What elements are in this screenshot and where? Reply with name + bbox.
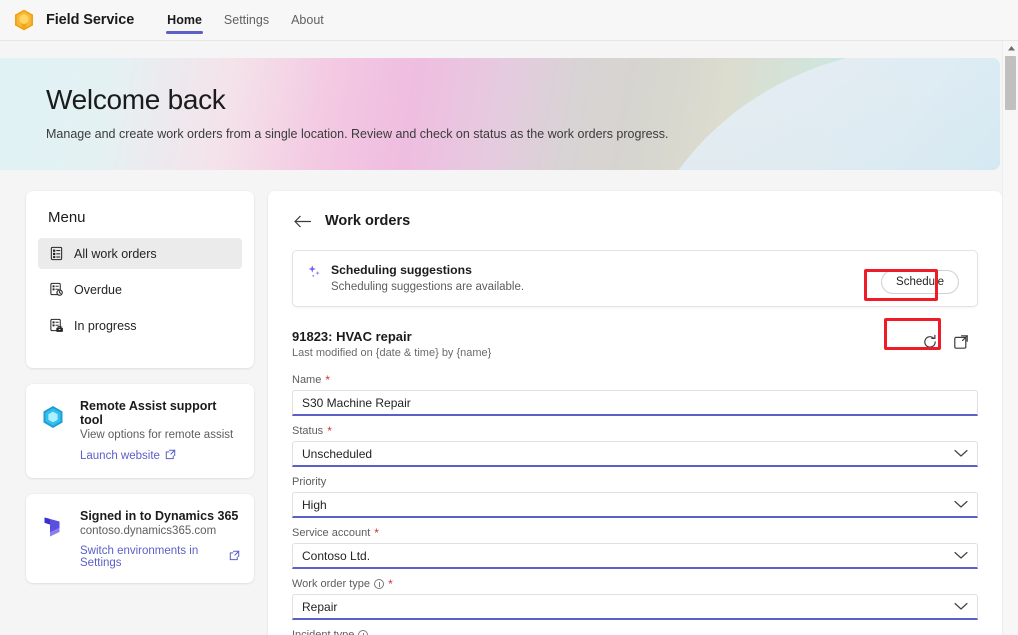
field-label-row: Incident type [292, 629, 978, 635]
document-clock-icon [48, 282, 64, 298]
field-label: Work order type [292, 578, 371, 590]
work-order-type-select[interactable]: Repair [292, 594, 978, 620]
link-label: Launch website [80, 450, 160, 462]
field-value: High [302, 497, 327, 512]
card-title: Remote Assist support tool [80, 399, 217, 427]
field-label-row: Status * [292, 425, 978, 437]
link-label: Switch environments in Settings [80, 545, 199, 569]
left-sidebar: Menu All work orders Overdue In progress… [26, 191, 254, 635]
back-arrow-icon[interactable] [292, 211, 312, 231]
sidebar-item-label: In progress [74, 318, 137, 333]
priority-select[interactable]: High [292, 492, 978, 518]
page-scroll-area: Welcome back Manage and create work orde… [0, 41, 1018, 635]
dynamics365-card[interactable]: Signed in to Dynamics 365 contoso.dynami… [26, 494, 254, 583]
field-label-row: Work order type * [292, 578, 978, 590]
work-order-meta: Last modified on {date & time} by {name} [292, 347, 492, 359]
field-value: Repair [302, 599, 338, 614]
external-link-icon [165, 449, 176, 463]
suggestion-title: Scheduling suggestions [331, 263, 472, 277]
sidebar-item-label: All work orders [74, 246, 157, 261]
field-service-account: Service account * Contoso Ltd. [292, 527, 978, 569]
field-value: Unscheduled [302, 446, 373, 461]
sidebar-item-all-work-orders[interactable]: All work orders [38, 238, 242, 269]
name-input[interactable]: S30 Machine Repair [292, 390, 978, 416]
scrollbar-thumb[interactable] [1005, 56, 1016, 110]
field-incident-type: Incident type [292, 629, 978, 635]
menu-card: Menu All work orders Overdue In progress [26, 191, 254, 368]
card-subtitle: View options for remote assist [80, 429, 234, 441]
page-subtitle: Manage and create work orders from a sin… [46, 127, 669, 141]
suggestion-subtitle: Scheduling suggestions are available. [331, 281, 525, 293]
field-label-row: Priority [292, 476, 978, 488]
service-account-select[interactable]: Contoso Ltd. [292, 543, 978, 569]
dynamics365-logo-icon [38, 512, 68, 542]
sidebar-item-overdue[interactable]: Overdue [38, 274, 242, 305]
work-order-title: 91823: HVAC repair [292, 329, 412, 344]
sidebar-item-in-progress[interactable]: In progress [38, 310, 242, 341]
field-status: Status * Unscheduled [292, 425, 978, 467]
field-label: Service account [292, 527, 371, 539]
chevron-down-icon [954, 551, 968, 560]
page-title: Welcome back [46, 84, 226, 115]
field-name: Name * S30 Machine Repair [292, 374, 978, 416]
schedule-button[interactable]: Schedule [881, 270, 959, 294]
info-icon[interactable] [374, 579, 385, 589]
field-priority: Priority High [292, 476, 978, 518]
work-order-header: 91823: HVAC repair Last modified on {dat… [292, 329, 978, 359]
app-header: Field Service Home Settings About [0, 0, 1018, 41]
main-content: Menu All work orders Overdue In progress… [0, 191, 1002, 635]
tab-home[interactable]: Home [156, 0, 213, 41]
sparkle-ai-icon [307, 264, 322, 279]
tab-settings[interactable]: Settings [213, 0, 280, 41]
field-work-order-type: Work order type * Repair [292, 578, 978, 620]
launch-website-link[interactable]: Launch website [80, 449, 176, 463]
status-select[interactable]: Unscheduled [292, 441, 978, 467]
work-order-form: Name * S30 Machine Repair Status * Unsch… [292, 374, 978, 635]
work-orders-panel: Work orders Scheduling suggestions Sched… [268, 191, 1002, 635]
required-asterisk: * [325, 373, 331, 387]
card-subtitle: contoso.dynamics365.com [80, 525, 217, 537]
chevron-down-icon [954, 449, 968, 458]
remote-assist-hexagon-icon [38, 402, 68, 432]
chevron-down-icon [954, 500, 968, 509]
external-link-icon [229, 550, 240, 564]
panel-header: Work orders [292, 211, 978, 231]
chevron-down-icon [954, 602, 968, 611]
field-value: Contoso Ltd. [302, 548, 371, 563]
document-briefcase-icon [48, 318, 64, 334]
vertical-scrollbar[interactable] [1002, 41, 1018, 635]
required-asterisk: * [374, 526, 379, 540]
remote-assist-card[interactable]: Remote Assist support tool View options … [26, 384, 254, 478]
panel-title: Work orders [325, 213, 411, 229]
field-label: Priority [292, 476, 327, 488]
sidebar-item-label: Overdue [74, 282, 122, 297]
info-icon[interactable] [358, 630, 369, 635]
field-label: Name [292, 374, 322, 386]
field-value: S30 Machine Repair [302, 395, 411, 410]
menu-heading: Menu [48, 209, 86, 226]
field-label-row: Name * [292, 374, 978, 386]
main-nav-tabs: Home Settings About [156, 0, 335, 41]
pop-out-icon[interactable] [952, 333, 970, 351]
scheduling-suggestions-card: Scheduling suggestions Scheduling sugges… [292, 250, 978, 307]
field-label-row: Service account * [292, 527, 978, 539]
tab-about[interactable]: About [280, 0, 335, 41]
required-asterisk: * [327, 424, 332, 438]
required-asterisk: * [388, 577, 393, 591]
scroll-up-arrow-icon[interactable] [1003, 41, 1018, 55]
list-document-icon [48, 246, 64, 262]
app-title: Field Service [46, 12, 135, 28]
field-label: Status [292, 425, 324, 437]
refresh-icon[interactable] [921, 333, 939, 351]
work-order-actions [921, 329, 978, 351]
field-service-hexagon-logo-icon [12, 8, 36, 32]
switch-environments-link[interactable]: Switch environments in Settings [80, 545, 240, 569]
card-title: Signed in to Dynamics 365 [80, 509, 239, 523]
field-label: Incident type [292, 629, 355, 635]
welcome-banner: Welcome back Manage and create work orde… [0, 58, 1000, 170]
